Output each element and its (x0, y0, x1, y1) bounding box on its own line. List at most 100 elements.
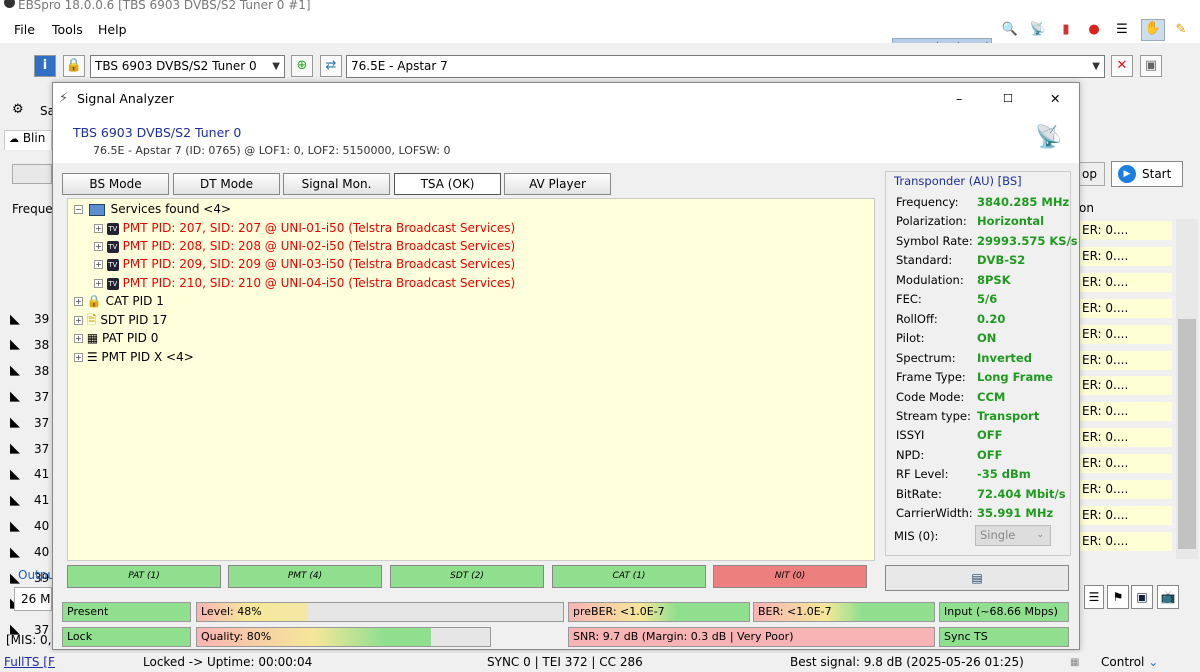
satellite-dish-icon: ◣ (10, 363, 20, 379)
bg-button[interactable] (12, 164, 52, 184)
lock-icon[interactable]: 🔒 (63, 55, 85, 77)
transponder-field-value: Transport (977, 408, 1040, 423)
tools-icon[interactable]: ✎ (1172, 21, 1190, 39)
scrollbar[interactable] (1176, 219, 1198, 559)
chevron-down-icon: ▼ (1092, 61, 1100, 72)
bg-frequency-row[interactable]: ◣ 39 (10, 312, 50, 336)
tab-tsa[interactable]: TSA (OK) (394, 173, 501, 195)
save-icon[interactable]: ▣ (1140, 55, 1162, 77)
expand-icon[interactable]: + (94, 260, 103, 269)
satellite-select[interactable]: 76.5E - Apstar 7 ▼ (346, 55, 1105, 78)
start-label: Start (1142, 167, 1172, 181)
satellite-dish-icon: ◣ (10, 337, 20, 353)
lock-indicator: Lock (62, 627, 191, 647)
transponder-field-value: 29993.575 KS/s (977, 233, 1078, 248)
maximize-icon[interactable]: ☐ (1003, 83, 1013, 115)
tv-icon[interactable]: 📺 (1157, 585, 1179, 609)
services-tree[interactable]: − Services found <4> + TV PMT PID: 207, … (67, 198, 875, 561)
tree-pat-pid[interactable]: + ▦ PAT PID 0 (74, 329, 158, 347)
bg-frequency-row[interactable]: ◣ 41 (10, 467, 50, 491)
scrollbar-thumb[interactable] (1178, 319, 1196, 549)
bg-frequency-row[interactable]: ◣ 38 (10, 338, 50, 362)
menu-tools[interactable]: Tools (52, 22, 83, 37)
bg-frequency-row[interactable]: ◣ 40 (10, 545, 50, 569)
bg-frequency-value: 40 (34, 545, 50, 560)
satellite-select-value: 76.5E - Apstar 7 (351, 59, 448, 73)
fullts-link[interactable]: FullTS [F (4, 653, 55, 672)
bg-error-row: ER: 0.... (1080, 531, 1172, 551)
transponder-panel: Transponder (AU) [BS] Frequency: 3840.285… (885, 171, 1078, 556)
transfer-icon[interactable]: ⇄ (320, 55, 342, 77)
transponder-field-value: 5/6 (977, 292, 998, 307)
close-red-icon[interactable]: ✕ (1111, 55, 1133, 77)
bg-frequency-value: 38 (34, 337, 50, 352)
satellite-icon[interactable]: 📡 (1029, 21, 1047, 39)
panel-toggle-button[interactable]: ▤ (885, 565, 1069, 591)
bg-start-button[interactable]: ▶ Start (1111, 161, 1183, 187)
play-icon: ▶ (1118, 165, 1136, 183)
input-rate-indicator: Input (~68.66 Mbps) (939, 602, 1069, 622)
tree-service-item[interactable]: + TV PMT PID: 210, SID: 210 @ UNI-04-i50… (94, 274, 515, 292)
bg-frequency-row[interactable]: ◣ 37 (10, 416, 50, 440)
bar-chart-icon[interactable]: ▮ (1057, 21, 1075, 39)
tree-service-item[interactable]: + TV PMT PID: 209, SID: 209 @ UNI-03-i50… (94, 255, 515, 273)
service-label: PMT PID: 210, SID: 210 @ UNI-04-i50 (Tel… (122, 276, 516, 290)
record-icon[interactable]: ● (1085, 21, 1103, 39)
info-icon[interactable]: i (34, 55, 56, 77)
transponder-field-value: 0.20 (977, 311, 1006, 326)
bg-output-select[interactable]: 26 M (14, 587, 52, 611)
transponder-header: Transponder (AU) [BS] (894, 174, 1022, 188)
tab-av-player[interactable]: AV Player (504, 173, 611, 195)
satellite-dish-icon: ◣ (10, 518, 20, 534)
hand-icon[interactable]: ✋ (1141, 19, 1165, 41)
bg-frequency-row[interactable]: ◣ 41 (10, 493, 50, 517)
mis-select[interactable]: Single ⌄ (975, 525, 1051, 546)
quality-label: Quality: 80% (201, 630, 272, 643)
tree-service-item[interactable]: + TV PMT PID: 208, SID: 208 @ UNI-02-i50… (94, 237, 515, 255)
control-menu[interactable]: Control ⌄ (1101, 653, 1158, 672)
transponder-row: Polarization: Horizontal (896, 212, 1044, 231)
level-label: Level: 48% (201, 605, 262, 618)
satellite-dish-icon: ◣ (10, 441, 20, 456)
list-view-icon[interactable]: ☰ (1084, 585, 1104, 609)
tree-cat-pid[interactable]: + 🔒 CAT PID 1 (74, 292, 164, 310)
tab-bs-mode[interactable]: BS Mode (62, 173, 169, 195)
menu-help[interactable]: Help (98, 22, 127, 37)
bg-frequency-row[interactable]: ◣ 40 (10, 519, 50, 543)
search-icon[interactable]: 🔍 (1001, 21, 1019, 39)
dialog-title: Signal Analyzer (77, 91, 174, 106)
present-indicator: Present (62, 602, 191, 622)
tree-pmt-pid[interactable]: + ☰ PMT PID X <4> (74, 348, 194, 366)
expand-icon[interactable]: + (74, 334, 83, 343)
expand-icon[interactable]: + (94, 279, 103, 288)
expand-icon[interactable]: + (94, 242, 103, 251)
transponder-field-value: -35 dBm (977, 467, 1031, 482)
minimize-icon[interactable]: – (956, 83, 962, 115)
transponder-field-value: Long Frame (977, 370, 1053, 385)
tuner-select[interactable]: TBS 6903 DVBS/S2 Tuner 0 ▼ (90, 55, 285, 78)
expand-icon[interactable]: + (74, 297, 83, 306)
expand-icon[interactable]: + (74, 316, 83, 325)
tree-root-services[interactable]: − Services found <4> (74, 200, 231, 218)
menu-file[interactable]: File (14, 22, 35, 37)
add-file-icon[interactable]: ⊕ (291, 55, 313, 77)
tab-signal-mon[interactable]: Signal Mon. (283, 173, 390, 195)
bg-stop-button[interactable]: op (1079, 162, 1105, 186)
tree-service-item[interactable]: + TV PMT PID: 207, SID: 207 @ UNI-01-i50… (94, 219, 515, 237)
expand-icon[interactable]: + (74, 353, 83, 362)
collapse-icon[interactable]: − (74, 205, 83, 214)
menu-bar: File Tools Help TSReader (UDP) 🔍 📡 ▮ ● ☰… (0, 17, 1200, 59)
tab-dt-mode[interactable]: DT Mode (173, 173, 280, 195)
close-icon[interactable]: ✕ (1050, 83, 1060, 115)
tree-sdt-pid[interactable]: + 🗎 SDT PID 17 (74, 311, 167, 329)
expand-icon[interactable]: + (94, 224, 103, 233)
bg-tab-blind[interactable]: ☁ Blin (4, 130, 52, 150)
flag-icon[interactable]: ⚑ (1107, 585, 1129, 609)
bg-frequency-row[interactable]: ◣ 38 (10, 364, 50, 388)
list-icon[interactable]: ☰ (1113, 21, 1131, 39)
bg-frequency-value: 40 (34, 519, 50, 534)
bg-frequency-row[interactable]: ◣ 37 (10, 390, 50, 414)
save-icon[interactable]: ▣ (1131, 585, 1153, 609)
bg-frequency-row[interactable]: ◣ 37 (10, 442, 50, 466)
sync-indicator: Sync TS (939, 627, 1069, 647)
